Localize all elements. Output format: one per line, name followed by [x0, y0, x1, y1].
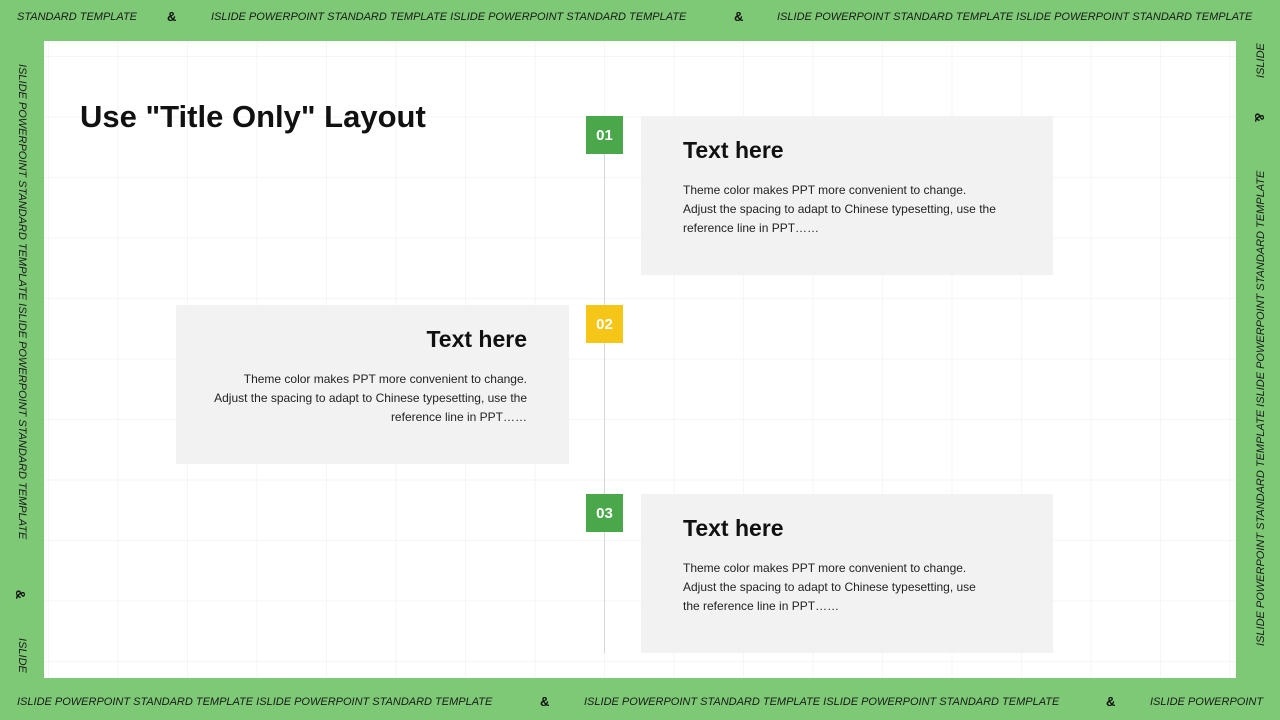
timeline-card-02: Text here Theme color makes PPT more con…: [176, 305, 569, 464]
timeline-card-03: Text here Theme color makes PPT more con…: [641, 494, 1053, 653]
timeline-badge-number: 01: [596, 126, 613, 144]
frame-top-text-3: ISLIDE POWERPOINT STANDARD TEMPLATE ISLI…: [777, 11, 1253, 23]
frame-top-ampersand-2: &: [734, 9, 744, 24]
card-body-line: reference line in PPT……: [683, 220, 820, 235]
frame-right-text-2: ISLIDE POWERPOINT STANDARD TEMPLATE ISLI…: [1255, 170, 1267, 646]
frame-bottom-text-3: ISLIDE POWERPOINT: [1150, 696, 1264, 708]
card-body-line: Theme color makes PPT more convenient to…: [683, 182, 967, 197]
card-body-line: Theme color makes PPT more convenient to…: [243, 371, 527, 386]
timeline-card-01: Text here Theme color makes PPT more con…: [641, 116, 1053, 275]
timeline-badge-02: 02: [586, 305, 623, 343]
timeline-line: [604, 153, 605, 653]
card-body-line: Adjust the spacing to adapt to Chinese t…: [683, 201, 996, 216]
slide-title: Use "Title Only" Layout: [80, 99, 426, 134]
frame-right-ampersand: &: [1252, 112, 1268, 123]
card-body-line: the reference line in PPT……: [683, 598, 840, 613]
timeline-badge-number: 02: [596, 315, 613, 333]
frame-top-text-2: ISLIDE POWERPOINT STANDARD TEMPLATE ISLI…: [211, 11, 687, 23]
slide-canvas: Use "Title Only" Layout 01 Text here The…: [44, 41, 1236, 678]
frame-right-text-1: ISLIDE: [1255, 43, 1267, 78]
card-body-line: Theme color makes PPT more convenient to…: [683, 560, 967, 575]
frame-bottom-text-1: ISLIDE POWERPOINT STANDARD TEMPLATE ISLI…: [17, 696, 493, 708]
card-heading: Text here: [426, 326, 527, 352]
frame-bottom-ampersand-1: &: [540, 694, 550, 709]
timeline-badge-number: 03: [596, 504, 613, 522]
frame-top-ampersand-1: &: [167, 9, 177, 24]
card-heading: Text here: [683, 515, 784, 541]
card-body-line: Adjust the spacing to adapt to Chinese t…: [683, 579, 976, 594]
frame-bottom-text-2: ISLIDE POWERPOINT STANDARD TEMPLATE ISLI…: [584, 696, 1060, 708]
frame-bottom-ampersand-2: &: [1106, 694, 1116, 709]
timeline-badge-01: 01: [586, 116, 623, 154]
frame-left-ampersand: &: [13, 589, 29, 600]
frame-top-text-1: STANDARD TEMPLATE: [17, 11, 137, 23]
card-body: Theme color makes PPT more convenient to…: [683, 181, 1013, 238]
card-body-line: Adjust the spacing to adapt to Chinese t…: [214, 390, 527, 405]
card-heading: Text here: [683, 137, 784, 163]
frame-left-text-1: ISLIDE POWERPOINT STANDARD TEMPLATE ISLI…: [16, 64, 28, 540]
card-body-line: reference line in PPT……: [390, 409, 527, 424]
timeline-badge-03: 03: [586, 494, 623, 532]
card-body: Theme color makes PPT more convenient to…: [206, 370, 527, 427]
card-body: Theme color makes PPT more convenient to…: [683, 559, 1013, 616]
frame-left-text-2: ISLIDE: [16, 638, 28, 673]
